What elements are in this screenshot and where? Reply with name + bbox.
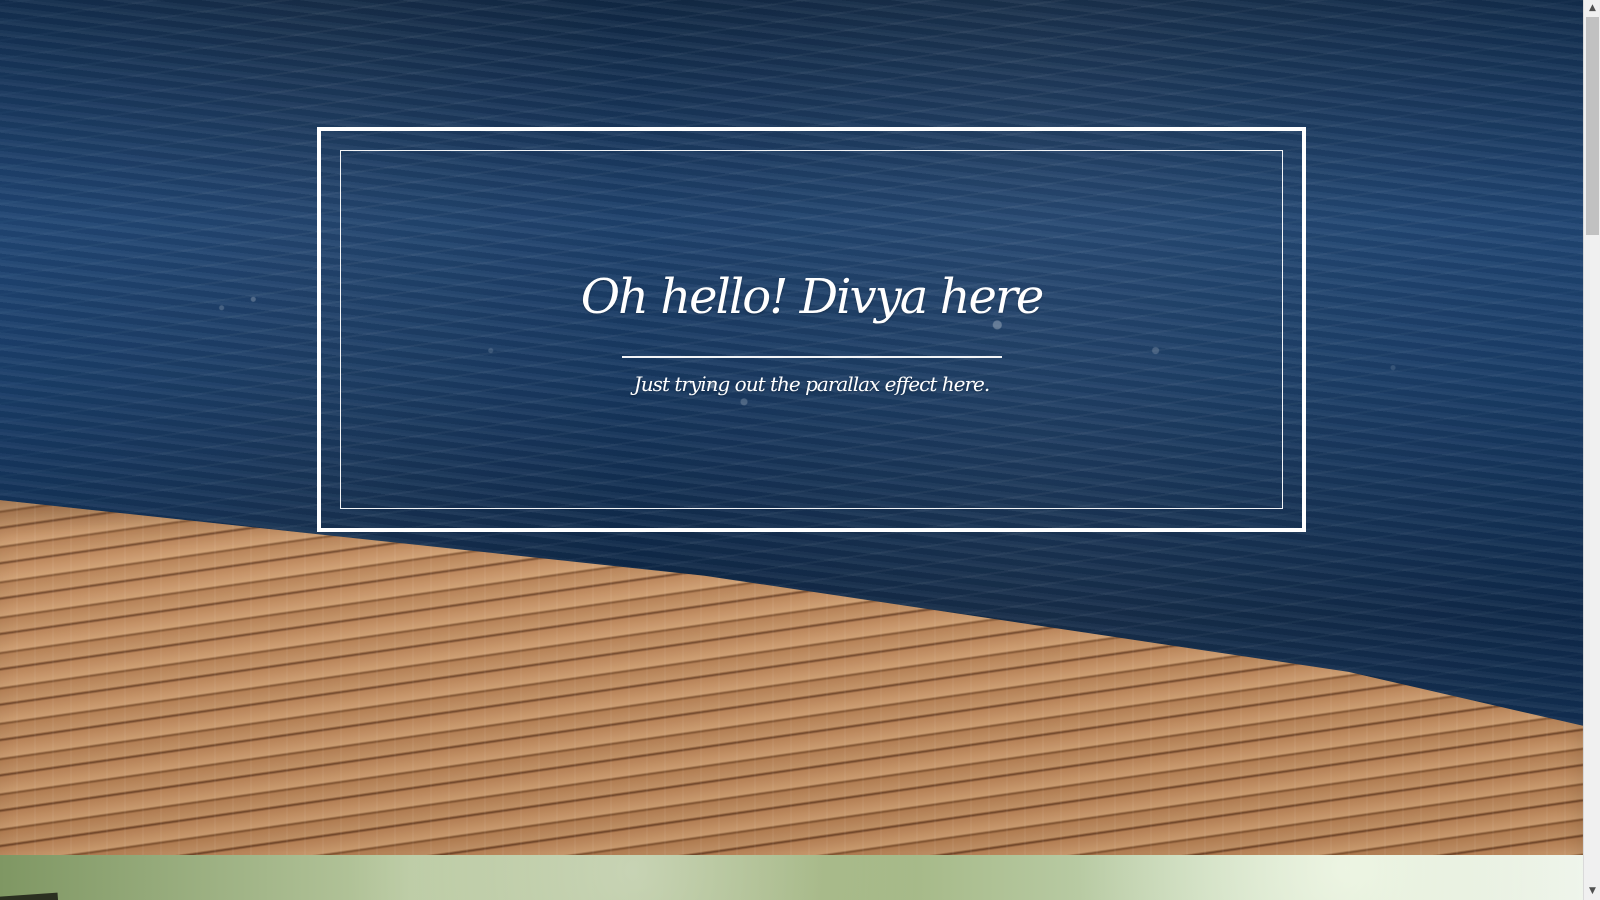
hero-inner-frame: Oh hello! Divya here Just trying out the… bbox=[340, 150, 1283, 509]
hero-content: Oh hello! Divya here Just trying out the… bbox=[341, 151, 1282, 508]
hero-subtitle: Just trying out the parallax effect here… bbox=[633, 372, 990, 396]
hero-outer-frame: Oh hello! Divya here Just trying out the… bbox=[317, 127, 1306, 532]
scrollbar-thumb[interactable] bbox=[1586, 17, 1599, 235]
hero-title: Oh hello! Divya here bbox=[580, 269, 1045, 325]
next-parallax-section-preview bbox=[0, 855, 1583, 900]
title-divider bbox=[621, 356, 1002, 358]
parallax-hero-section: Oh hello! Divya here Just trying out the… bbox=[0, 0, 1583, 855]
wooden-dock-background bbox=[0, 498, 1583, 855]
vertical-scrollbar[interactable]: ▲ ▼ bbox=[1583, 0, 1600, 900]
chevron-down-icon[interactable]: ▼ bbox=[1584, 883, 1600, 900]
chevron-up-icon[interactable]: ▲ bbox=[1584, 0, 1600, 17]
browser-viewport: Oh hello! Divya here Just trying out the… bbox=[0, 0, 1600, 900]
